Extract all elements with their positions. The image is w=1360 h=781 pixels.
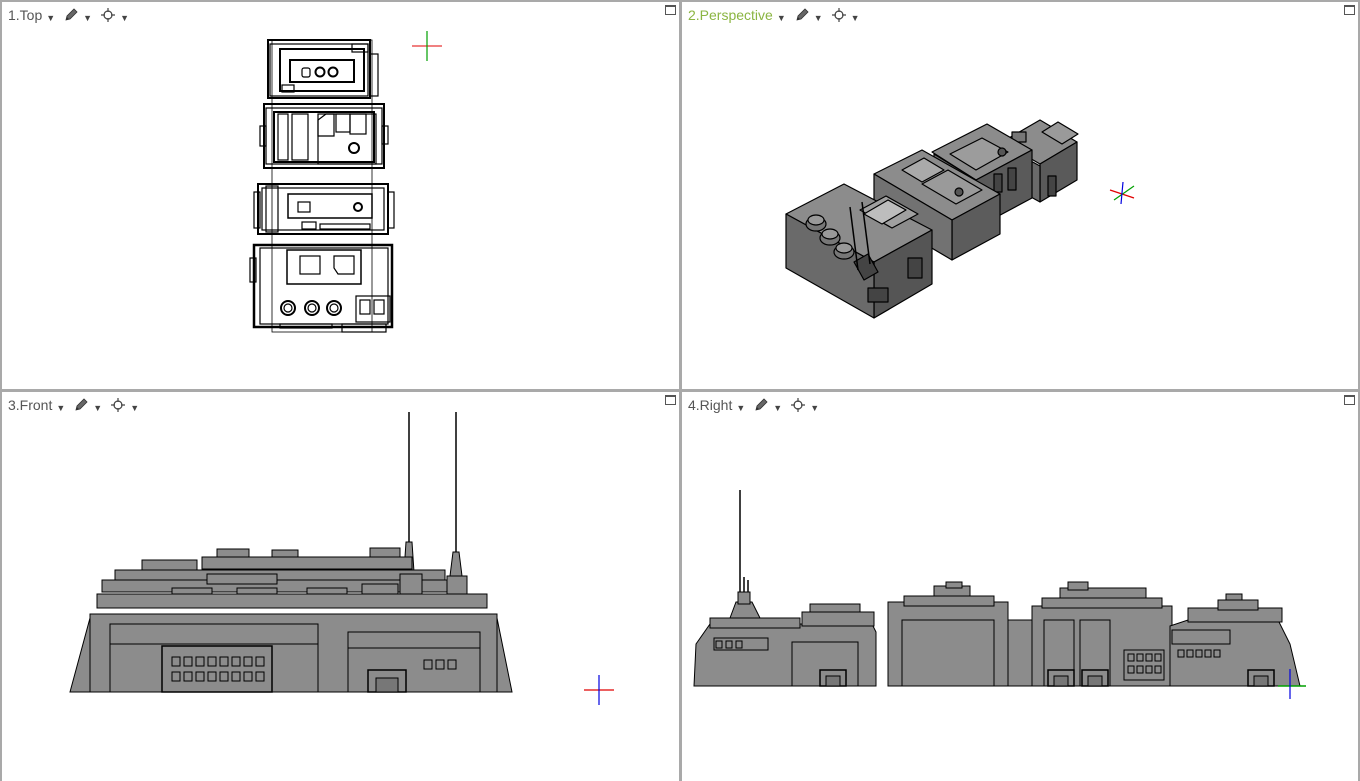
viewport-perspective[interactable]: 2.Perspective ▼ ▼ ▼ [682,2,1358,389]
perspective-view-model [785,119,1135,319]
viewport-top[interactable]: 1.Top ▼ ▼ ▼ [2,2,679,389]
front-view-model [69,412,614,705]
viewport-front[interactable]: 3.Front ▼ ▼ ▼ [2,392,679,781]
right-view-model [693,490,1306,699]
top-view-model [249,31,442,333]
viewport-right[interactable]: 4.Right ▼ ▼ ▼ [682,392,1358,781]
